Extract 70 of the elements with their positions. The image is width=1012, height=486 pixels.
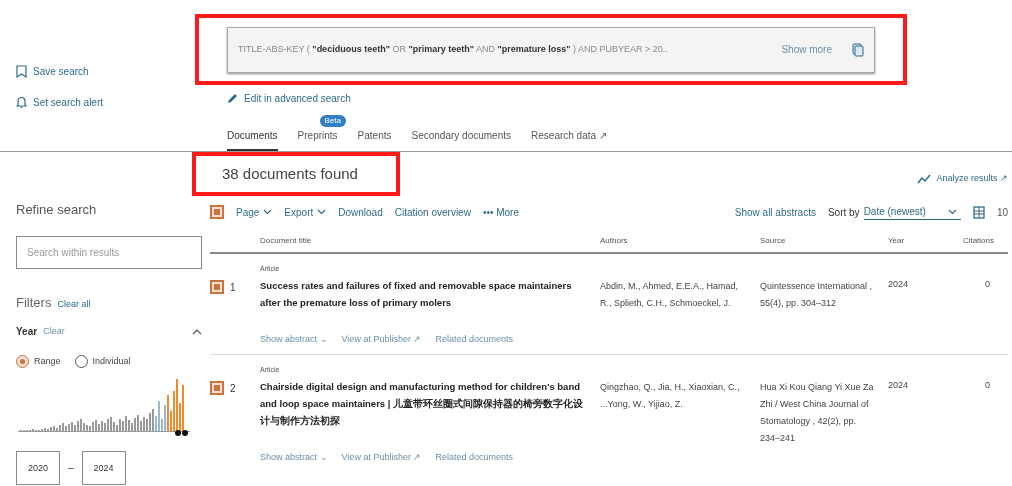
authors-cell-text: Qingzhao, Q., Jia, H., Xiaoxian, C., ...Yong, W., Yijiao, Z. <box>600 381 741 411</box>
toolbar-button[interactable]: Page <box>236 204 273 220</box>
toolbar-button[interactable]: ••• More <box>482 204 519 220</box>
row-number: 2 <box>230 382 236 396</box>
authors-cell-text: Abdin, M., Ahmed, E.E.A., Hamad, R., Splieth, C.H., Schmoeckel, J. <box>600 280 740 310</box>
tab[interactable]: Preprints <box>297 128 338 151</box>
toolbar-button[interactable]: Download <box>338 204 383 220</box>
source-cell-text: Hua Xi Kou Qiang Yi Xue Za Zhi / West China Journal of Stomatology , 42(2), pp. 234–241 <box>760 381 875 445</box>
document-title-link[interactable]: Chairside digital design and manufacturing method for children's band and loop space maintainers | 儿童带环丝圈式间隙保持器的椅旁数字化设计与制作方法初探 <box>260 377 584 429</box>
result-link[interactable]: View at Publisher ↗ <box>341 450 422 464</box>
sort-dropdown[interactable]: Date (newest) <box>863 204 961 220</box>
select-all-checkbox[interactable] <box>210 205 224 219</box>
column-header: Authors <box>600 235 629 247</box>
analyze-link[interactable]: Analyze results ↗ <box>936 172 1008 186</box>
caret-icon <box>317 209 327 215</box>
tab[interactable]: Patents <box>357 128 392 151</box>
filters-title: Filters <box>16 293 52 312</box>
year-to-field[interactable]: 2024 <box>81 450 126 485</box>
radio-label: Individual <box>92 355 131 368</box>
row-number: 1 <box>230 281 236 295</box>
action-link[interactable]: Save search <box>33 64 89 79</box>
radio-button[interactable] <box>16 355 29 369</box>
chart-line-icon <box>917 173 932 184</box>
column-header: Document title <box>260 235 313 247</box>
radio-button[interactable] <box>74 355 88 369</box>
year-cell-text: 2024 <box>888 379 910 392</box>
caret-icon <box>263 209 273 215</box>
section-title: Refine search <box>16 201 98 219</box>
checkbox[interactable] <box>210 381 224 395</box>
range-dash: – <box>68 461 74 475</box>
bookmark-icon <box>16 65 27 78</box>
results-count: 38 documents found <box>222 163 358 184</box>
per-page-value: 10 <box>996 205 1008 220</box>
action-link[interactable]: Set search alert <box>33 95 104 110</box>
tab[interactable]: Secondary documents <box>411 128 512 151</box>
result-link[interactable]: Show abstract ⌄ <box>260 332 328 346</box>
edit-link[interactable]: Edit in advanced search <box>244 91 351 106</box>
caret-icon <box>947 208 957 215</box>
source-cell-text: Quintessence International , 55(4), pp. 304–312 <box>760 280 874 310</box>
show-abstracts-link[interactable]: Show all abstracts <box>734 204 816 220</box>
pencil-icon <box>227 93 238 104</box>
clear-all-link[interactable]: Clear all <box>57 297 91 311</box>
result-link[interactable]: Related documents <box>435 450 513 464</box>
year-from-field[interactable]: 2020 <box>16 450 60 485</box>
result-link[interactable]: View at Publisher ↗ <box>341 332 422 346</box>
radio-label: Range <box>34 355 61 368</box>
filter-title: Year <box>16 325 38 339</box>
result-link[interactable]: Related documents <box>435 332 513 346</box>
result-link[interactable]: Show abstract ⌄ <box>260 450 328 464</box>
tab[interactable]: Research data ↗ <box>531 128 607 151</box>
document-title-link[interactable]: Success rates and failures of fixed and removable space maintainers after the premature loss of primary molers <box>260 276 584 311</box>
citations-cell-text: 0 <box>984 278 991 291</box>
checkbox[interactable] <box>210 280 224 294</box>
table-view-icon <box>972 205 985 219</box>
toolbar-button[interactable]: Export <box>284 204 327 220</box>
copy-icon <box>852 42 864 57</box>
toolbar-button[interactable]: Citation overview <box>394 204 471 220</box>
sort-label: Sort by <box>827 205 860 220</box>
citations-cell-text: 0 <box>984 379 991 392</box>
clear-link[interactable]: Clear <box>43 324 65 339</box>
bell-icon <box>16 96 27 109</box>
column-header: Year <box>888 235 906 247</box>
year-cell-text: 2024 <box>888 278 910 291</box>
search-field[interactable]: Search within results <box>16 235 202 269</box>
tab[interactable]: Documents <box>227 128 278 151</box>
show-more-link[interactable]: Show more <box>773 42 840 57</box>
beta-badge: Beta <box>319 115 347 127</box>
column-header: Source <box>760 235 787 247</box>
column-header: Citations <box>961 235 994 247</box>
query-text: TITLE-ABS-KEY ( "deciduous teeth" OR "primary teeth" AND "premature loss" ) AND PUBYEAR > 20.. <box>238 42 669 56</box>
